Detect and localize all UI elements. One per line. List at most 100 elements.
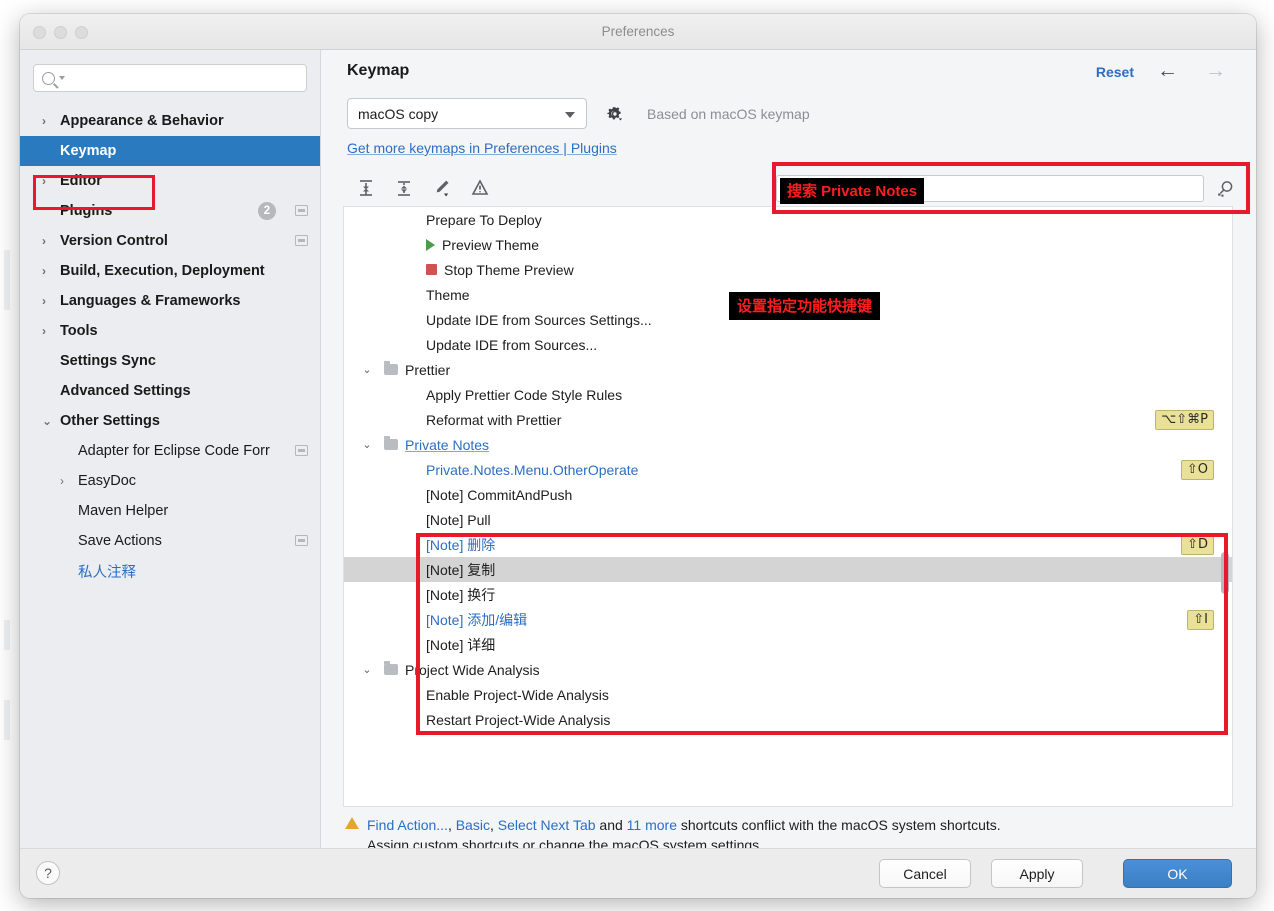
chevron-right-icon[interactable]: ›: [42, 166, 46, 196]
tree-row[interactable]: ⌄ Project Wide Analysis: [344, 657, 1232, 682]
chevron-down-icon[interactable]: ⌄: [360, 438, 374, 451]
shortcut-badge: ⇧O: [1180, 460, 1214, 480]
sidebar-item-languages-frameworks[interactable]: › Languages & Frameworks: [20, 286, 320, 316]
tree-row[interactable]: [Note] 换行: [344, 582, 1232, 607]
chevron-right-icon[interactable]: ›: [42, 256, 46, 286]
page-edge-artifact-mid: [4, 620, 10, 650]
tree-row[interactable]: Apply Prettier Code Style Rules: [344, 382, 1232, 407]
chevron-down-icon[interactable]: ⌄: [42, 406, 52, 436]
sidebar-item-label: Keymap: [60, 143, 117, 159]
sidebar-item-tools[interactable]: › Tools: [20, 316, 320, 346]
gear-icon: [607, 105, 623, 120]
sidebar-item-editor[interactable]: › Editor: [20, 166, 320, 196]
keymap-settings-gear-button[interactable]: [605, 104, 625, 124]
panel-header: Keymap Reset ← →: [321, 50, 1256, 92]
tree-row[interactable]: Private.Notes.Menu.OtherOperate ⇧O: [344, 457, 1232, 482]
tree-row-label: [Note] 复制: [426, 561, 496, 578]
tree-row-label: Theme: [426, 286, 470, 303]
title-bar: Preferences: [20, 14, 1256, 50]
window-title: Preferences: [601, 24, 675, 39]
sidebar-item-appearance-behavior[interactable]: › Appearance & Behavior: [20, 106, 320, 136]
keymap-dropdown[interactable]: macOS copy: [347, 98, 587, 129]
sidebar-item-label: EasyDoc: [78, 473, 137, 489]
keymap-selector-row: macOS copy Based on macOS keymap: [347, 98, 810, 129]
tree-row[interactable]: [Note] 复制: [344, 557, 1232, 582]
tree-row[interactable]: Stop Theme Preview: [344, 257, 1232, 282]
tree-row[interactable]: [Note] CommitAndPush: [344, 482, 1232, 507]
tree-row[interactable]: Update IDE from Sources...: [344, 332, 1232, 357]
based-on-label: Based on macOS keymap: [647, 105, 810, 122]
tree-row-label: Stop Theme Preview: [444, 261, 574, 278]
shortcut-badge: ⇧I: [1187, 610, 1214, 630]
sidebar-item-version-control[interactable]: › Version Control: [20, 226, 320, 256]
sidebar-item-maven-helper[interactable]: Maven Helper: [20, 496, 320, 526]
collapse-all-icon[interactable]: [393, 177, 415, 199]
tree-row[interactable]: [Note] Pull: [344, 507, 1232, 532]
edit-shortcut-icon[interactable]: [431, 177, 453, 199]
sidebar-item-label: Settings Sync: [60, 353, 156, 369]
sidebar-item-advanced-settings[interactable]: Advanced Settings: [20, 376, 320, 406]
tree-row[interactable]: ⌄ Private Notes: [344, 432, 1232, 457]
project-scope-icon: [295, 535, 308, 546]
sidebar-item-label: Appearance & Behavior: [60, 113, 224, 129]
keymap-search-row: 搜索 Private Notes: [776, 170, 1236, 207]
sidebar-item-save-actions[interactable]: Save Actions: [20, 526, 320, 556]
sidebar-item-easydoc[interactable]: › EasyDoc: [20, 466, 320, 496]
reset-button[interactable]: Reset: [1096, 64, 1134, 80]
back-arrow-icon[interactable]: ←: [1157, 60, 1178, 82]
show-conflicts-icon[interactable]: [469, 177, 491, 199]
conflict-link-find-action[interactable]: Find Action...: [367, 817, 448, 833]
tree-row-label: Restart Project-Wide Analysis: [426, 711, 611, 728]
warning-icon: [345, 817, 359, 829]
folder-icon: [384, 361, 398, 375]
preferences-window: Preferences › Appearance & Behavior Keymap…: [20, 14, 1256, 898]
forward-arrow-icon[interactable]: →: [1205, 60, 1226, 82]
conflict-tail-text: shortcuts conflict with the macOS system…: [677, 817, 1001, 833]
keymap-search-input[interactable]: 搜索 Private Notes: [776, 175, 1204, 204]
sidebar-item-plugins[interactable]: Plugins 2: [20, 196, 320, 226]
sidebar-search-input[interactable]: [33, 64, 307, 92]
project-scope-icon: [295, 205, 308, 216]
sidebar-item-build-execution-deployment[interactable]: › Build, Execution, Deployment: [20, 256, 320, 286]
sidebar-item-adapter-for-eclipse-code-forr[interactable]: Adapter for Eclipse Code Forr: [20, 436, 320, 466]
conflict-link-more[interactable]: 11 more: [627, 817, 677, 833]
ok-button[interactable]: OK: [1123, 859, 1232, 888]
tree-row[interactable]: [Note] 详细: [344, 632, 1232, 657]
find-by-shortcut-icon[interactable]: [1214, 178, 1236, 200]
folder-icon: [384, 436, 398, 450]
tree-row[interactable]: ⌄ Prettier: [344, 357, 1232, 382]
tree-row-label: Reformat with Prettier: [426, 411, 562, 428]
tree-row[interactable]: Preview Theme: [344, 232, 1232, 257]
help-button[interactable]: ?: [36, 861, 60, 885]
chevron-right-icon[interactable]: ›: [42, 226, 46, 256]
sidebar-item-keymap[interactable]: Keymap: [20, 136, 320, 166]
tree-scrollbar-thumb[interactable]: [1221, 552, 1229, 594]
chevron-down-icon[interactable]: ⌄: [360, 663, 374, 676]
sidebar-item-settings-sync[interactable]: Settings Sync: [20, 346, 320, 376]
cancel-button[interactable]: Cancel: [879, 859, 971, 888]
sidebar-item-badge: 2: [258, 202, 276, 220]
tree-row[interactable]: [Note] 删除 ⇧D: [344, 532, 1232, 557]
chevron-right-icon[interactable]: ›: [42, 316, 46, 346]
apply-button[interactable]: Apply: [991, 859, 1083, 888]
tree-row[interactable]: Enable Project-Wide Analysis: [344, 682, 1232, 707]
sidebar-item-私人注释[interactable]: 私人注释: [20, 556, 320, 586]
chevron-right-icon[interactable]: ›: [42, 106, 46, 136]
tree-row-label: Enable Project-Wide Analysis: [426, 686, 609, 703]
tree-row[interactable]: Restart Project-Wide Analysis: [344, 707, 1232, 732]
tree-row[interactable]: Reformat with Prettier ⌥⇧⌘P: [344, 407, 1232, 432]
settings-sidebar: › Appearance & Behavior Keymap › Editor Plugi…: [20, 50, 321, 848]
actions-tree[interactable]: Prepare To Deploy Preview Theme Stop Theme…: [343, 207, 1233, 807]
chevron-down-icon[interactable]: ⌄: [360, 363, 374, 376]
tree-row[interactable]: [Note] 添加/编辑 ⇧I: [344, 607, 1232, 632]
tree-row[interactable]: Prepare To Deploy: [344, 207, 1232, 232]
conflict-link-basic[interactable]: Basic: [456, 817, 490, 833]
chevron-right-icon[interactable]: ›: [60, 466, 64, 496]
expand-all-icon[interactable]: [355, 177, 377, 199]
get-more-keymaps-link[interactable]: Get more keymaps in Preferences | Plugin…: [347, 140, 617, 156]
tree-row-label: Prettier: [405, 361, 451, 378]
conflict-link-select-next-tab[interactable]: Select Next Tab: [498, 817, 596, 833]
sidebar-item-other-settings[interactable]: ⌄ Other Settings: [20, 406, 320, 436]
project-scope-icon: [295, 235, 308, 246]
chevron-right-icon[interactable]: ›: [42, 286, 46, 316]
